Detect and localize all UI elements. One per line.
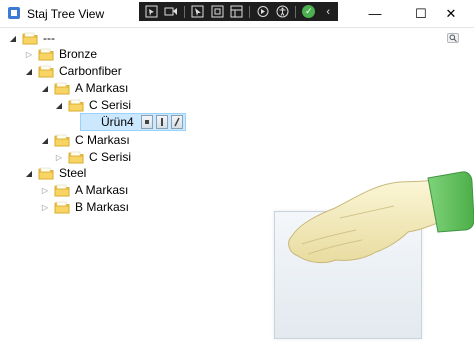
tree-item-label: Carbonfiber [59,64,122,78]
folder-icon [38,167,54,180]
folder-icon [68,151,84,164]
debug-toolbar: ✓ ‹ [139,2,338,21]
accessibility-icon[interactable] [273,3,292,20]
tree-item-label: B Markası [75,200,130,214]
layout-icon[interactable] [227,3,246,20]
collapsed-arrow-icon[interactable]: ▷ [40,202,50,212]
expanded-arrow-icon[interactable]: ◢ [8,33,18,43]
tree-item-steel[interactable]: ◢ Steel [24,164,86,182]
folder-icon [68,99,84,112]
close-button[interactable]: ✕ [428,0,474,27]
expanded-arrow-icon[interactable]: ◢ [40,135,50,145]
folder-icon [38,65,54,78]
minimize-button[interactable]: — [352,0,398,27]
tree-item-label: Ürün4 [101,115,134,129]
pointer-icon[interactable] [188,3,207,20]
expanded-arrow-icon[interactable]: ◢ [24,66,34,76]
folder-icon [38,48,54,61]
tree-item-b-markasi[interactable]: ▷ B Markası [40,198,129,216]
tree-item-label: A Markası [75,183,129,197]
toolbar-separator [295,5,297,18]
delete-icon[interactable] [170,115,183,129]
edit-icon[interactable] [155,115,168,129]
folder-icon [54,82,70,95]
add-icon[interactable] [140,115,153,129]
toolbar-separator [249,5,251,18]
tree-item-label: C Markası [75,133,130,147]
collapsed-arrow-icon[interactable]: ▷ [24,49,34,59]
folder-icon [22,32,38,45]
toolbar-separator [183,5,185,18]
hot-reload-icon[interactable] [253,3,272,20]
drag-hand-icon [288,171,474,264]
tree-item-bronze[interactable]: ▷ Bronze [24,45,97,63]
tree-item-label: C Serisi [89,150,132,164]
tree-item-label: Bronze [59,47,98,61]
tree-item-label: --- [43,31,55,45]
tree-item-a-markasi[interactable]: ◢ A Markası [40,79,128,97]
expanded-arrow-icon[interactable]: ◢ [54,100,64,110]
expanded-arrow-icon[interactable]: ◢ [24,168,34,178]
tree-item-label: C Serisi [89,98,132,112]
tree-item-label: A Markası [75,81,129,95]
collapsed-arrow-icon[interactable]: ▷ [54,152,64,162]
tree-item-carbonfiber[interactable]: ◢ Carbonfiber [24,62,122,80]
record-icon[interactable] [161,3,180,20]
folder-icon [54,201,70,214]
tree-item-c-serisi[interactable]: ◢ C Serisi [54,96,131,114]
folder-icon [54,184,70,197]
frame-icon[interactable] [207,3,226,20]
tree-item-c-markasi[interactable]: ◢ C Markası [40,131,130,149]
search-icon[interactable] [447,33,459,43]
tree-item-label: Steel [59,166,87,180]
select-element-icon[interactable] [142,3,161,20]
check-ok-icon[interactable]: ✓ [299,3,318,20]
tree-item-urun4[interactable]: Ürün4 [80,113,186,131]
folder-icon [54,134,70,147]
expanded-arrow-icon[interactable]: ◢ [40,83,50,93]
app-icon [8,7,20,19]
window-title: Staj Tree View [27,7,105,21]
collapse-icon[interactable]: ‹ [319,3,338,20]
collapsed-arrow-icon[interactable]: ▷ [40,185,50,195]
tree-item-a-markasi-2[interactable]: ▷ A Markası [40,181,128,199]
